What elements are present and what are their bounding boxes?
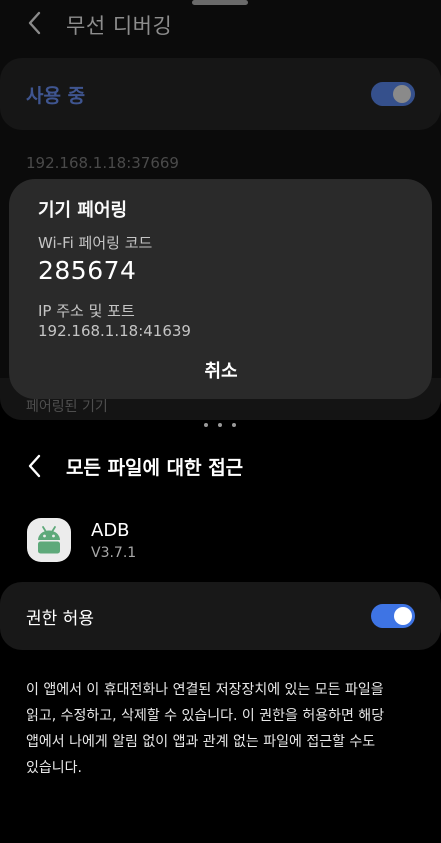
permission-description: 이 앱에서 이 휴대전화나 연결된 저장장치에 있는 모든 파일을 읽고, 수정…	[26, 682, 385, 776]
cancel-button[interactable]: 취소	[171, 357, 271, 387]
ip-address: 192.168.1.18:37669	[26, 154, 179, 172]
dot-icon	[232, 423, 236, 427]
pairing-code-label: Wi-Fi 페어링 코드	[38, 234, 153, 252]
ip-port-value: 192.168.1.18:41639	[38, 322, 191, 340]
back-arrow-icon[interactable]	[24, 9, 46, 37]
page-title: 무선 디버깅	[66, 14, 173, 38]
switch-knob	[394, 607, 412, 625]
top-window: 무선 디버깅 사용 중 192.168.1.18:37669 페어링된 기기 기…	[0, 0, 441, 420]
app-version: V3.7.1	[91, 545, 137, 561]
pairing-code: 285674	[38, 256, 137, 285]
android-robot-icon	[38, 526, 60, 554]
wireless-debugging-switch[interactable]	[371, 82, 415, 106]
pair-device-dialog: 기기 페어링 Wi-Fi 페어링 코드 285674 IP 주소 및 포트 19…	[9, 179, 432, 399]
ip-port-label: IP 주소 및 포트	[38, 302, 135, 320]
dot-icon	[218, 423, 222, 427]
dialog-title: 기기 페어링	[38, 200, 128, 221]
split-view-handle[interactable]	[202, 421, 238, 429]
bottom-window: 모든 파일에 대한 접근 ADB V3.7.1 권한 허용 이 앱에서 이 휴대…	[0, 432, 441, 843]
back-arrow-icon[interactable]	[24, 452, 46, 480]
app-name: ADB	[91, 520, 130, 541]
using-label: 사용 중	[26, 85, 86, 107]
allow-permission-label: 권한 허용	[26, 609, 94, 629]
allow-permission-switch[interactable]	[371, 604, 415, 628]
top-header: 무선 디버깅	[0, 0, 441, 46]
android-icon	[27, 518, 71, 562]
page-title: 모든 파일에 대한 접근	[66, 457, 244, 479]
wireless-debugging-toggle-row[interactable]: 사용 중	[0, 58, 441, 130]
dot-icon	[204, 423, 208, 427]
switch-knob	[393, 85, 411, 103]
allow-permission-row[interactable]: 권한 허용	[0, 582, 441, 650]
paired-devices-label: 페어링된 기기	[26, 399, 108, 415]
